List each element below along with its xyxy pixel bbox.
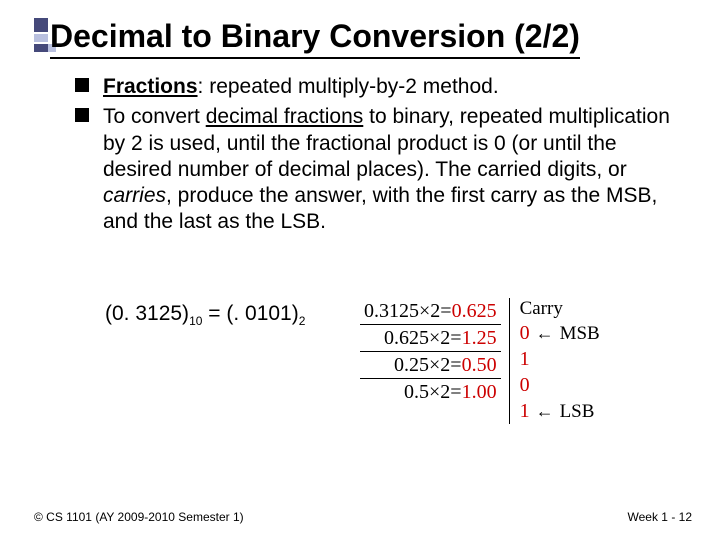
conversion-table: 0.3125×2=0.625 0.625×2=1.25 0.25×2=0.50 … — [360, 298, 600, 424]
table-row: 0.25×2=0.50 — [360, 352, 501, 379]
carry-val: 1 — [520, 348, 530, 371]
arrow-left-icon: ← — [536, 323, 554, 344]
bullet-2-ul: decimal fractions — [206, 105, 364, 128]
table-row: 0.3125×2=0.625 — [360, 298, 501, 325]
footer-copyright: © CS 1101 (AY 2009-2010 Semester 1) — [34, 510, 244, 524]
carry-val: 0 — [520, 374, 530, 397]
calc-column: 0.3125×2=0.625 0.625×2=1.25 0.25×2=0.50 … — [360, 298, 509, 424]
carry-header: Carry — [520, 298, 600, 320]
calc-pre: 0.625×2= — [384, 327, 462, 349]
slide-title: Decimal to Binary Conversion (2/2) — [50, 18, 580, 59]
carry-val: 0 — [520, 322, 530, 345]
carry-note: MSB — [560, 323, 600, 345]
table-row: 0 — [520, 372, 600, 398]
arrow-left-icon: ← — [536, 401, 554, 422]
bullet-2-a: To convert — [103, 105, 206, 128]
equation: (0. 3125)10 = (. 0101)2 — [105, 302, 305, 328]
bullet-1-text: Fractions: repeated multiply-by-2 method… — [103, 74, 499, 100]
table-row: 1 ← LSB — [520, 398, 600, 424]
bullet-1: Fractions: repeated multiply-by-2 method… — [75, 74, 690, 100]
table-row: 0.5×2=1.00 — [360, 379, 501, 405]
accent-square-top — [34, 18, 48, 32]
bullet-icon — [75, 108, 89, 122]
eq-lhs: (0. 3125) — [105, 302, 189, 325]
accent-light-1 — [34, 34, 48, 42]
bullet-2-c: , produce the answer, with the first car… — [103, 184, 657, 233]
calc-res: 1.25 — [462, 327, 497, 349]
eq-rhs-sub: 2 — [299, 314, 306, 328]
bullet-1-strong: Fractions — [103, 75, 198, 98]
body: Fractions: repeated multiply-by-2 method… — [75, 74, 690, 240]
accent-square-2 — [34, 44, 48, 52]
carry-note: LSB — [560, 401, 595, 423]
calc-pre: 0.5×2= — [404, 381, 462, 403]
calc-pre: 0.25×2= — [394, 354, 462, 376]
bullet-1-rest: : repeated multiply-by-2 method. — [198, 75, 499, 98]
table-row: 0.625×2=1.25 — [360, 325, 501, 352]
bullet-2: To convert decimal fractions to binary, … — [75, 104, 690, 235]
calc-res: 1.00 — [462, 381, 497, 403]
carry-column: Carry 0 ← MSB 1 0 1 ← LSB — [509, 298, 600, 424]
bullet-icon — [75, 78, 89, 92]
table-row: 0 ← MSB — [520, 320, 600, 346]
bullet-2-it: carries — [103, 184, 166, 207]
footer-page: Week 1 - 12 — [628, 510, 692, 524]
eq-mid: = (. 0101) — [202, 302, 298, 325]
calc-res: 0.625 — [452, 300, 497, 322]
table-row: 1 — [520, 346, 600, 372]
calc-res: 0.50 — [462, 354, 497, 376]
bullet-2-text: To convert decimal fractions to binary, … — [103, 104, 690, 235]
eq-lhs-sub: 10 — [189, 314, 202, 328]
calc-pre: 0.3125×2= — [364, 300, 452, 322]
carry-val: 1 — [520, 400, 530, 423]
